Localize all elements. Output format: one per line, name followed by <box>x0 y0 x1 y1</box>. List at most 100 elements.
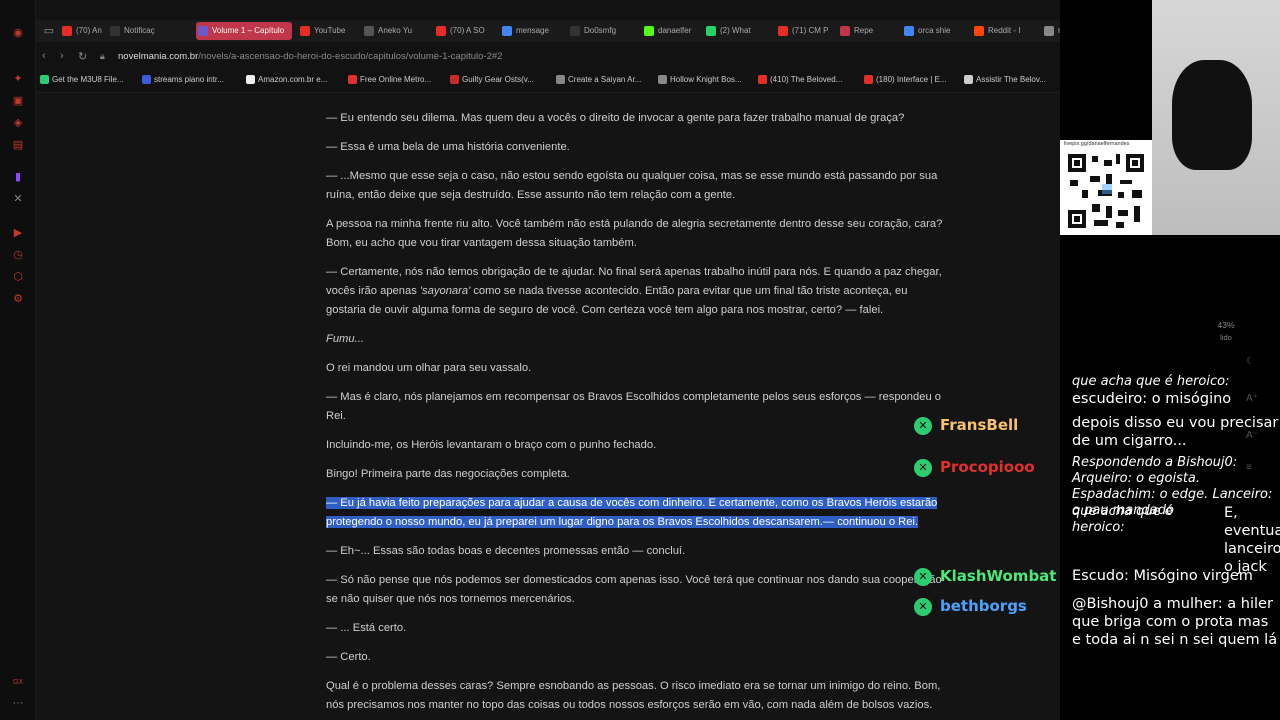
settings-icon[interactable]: ⚙ <box>11 292 25 306</box>
bookmark-3[interactable]: Free Online Metro... <box>348 74 431 86</box>
paragraph: — Eh~... Essas são todas boas e decentes… <box>326 542 946 561</box>
qr-pattern <box>1068 154 1144 228</box>
tab-label: danaelfer <box>658 26 692 35</box>
chat-message: escudeiro: o misógino <box>1072 391 1232 407</box>
aria-icon[interactable]: ✦ <box>11 72 25 86</box>
whatsapp-icon <box>706 26 716 36</box>
paragraph-text: Qual é o problema desses caras? Sempre e… <box>326 680 941 711</box>
bookmark-favicon-icon <box>864 75 873 84</box>
tab-6[interactable]: mensage <box>500 22 560 40</box>
tab-14[interactable]: r <box>1042 22 1060 40</box>
chat-message: E, eventualmente, lanceiro: o jack <box>1224 505 1280 575</box>
url-path: /novels/a-ascensao-do-heroi-do-escudo/ca… <box>198 51 503 62</box>
bookmark-5[interactable]: Create a Saiyan Ar... <box>556 74 641 86</box>
player-icon[interactable]: ▶ <box>11 226 25 240</box>
browser-sidebar: ◉ ✦ ▣ ◈ ▤ ▮ ✕ ▶ ◷ ⬡ ⚙ GX ··· <box>0 0 36 720</box>
bookmark-8[interactable]: (180) Interface | E... <box>864 74 947 86</box>
tab-12[interactable]: orca shie <box>902 22 962 40</box>
url-field[interactable]: novelmania.com.br/novels/a-ascensao-do-h… <box>118 51 502 62</box>
reading-progress: 43% lido <box>1206 320 1246 342</box>
paragraph-text: Bingo! Primeira parte das negociações co… <box>326 468 570 480</box>
tab-8[interactable]: danaelfer <box>642 22 696 40</box>
tab-label: Volume 1 – Capítulo <box>212 26 285 35</box>
forward-icon[interactable]: › <box>60 50 64 62</box>
bookmark-4[interactable]: Guilty Gear Osts(v... <box>450 74 534 86</box>
bookmark-label: (180) Interface | E... <box>876 75 947 84</box>
paragraph: — Certo. <box>326 648 946 667</box>
paragraph-text: — ...Mesmo que esse seja o caso, não est… <box>326 170 938 201</box>
lock-icon[interactable]: 🔒︎ <box>100 51 105 62</box>
kick-icon <box>644 26 654 36</box>
tab-10[interactable]: (71) CM P <box>776 22 830 40</box>
mail-icon[interactable]: ▤ <box>11 138 25 152</box>
bookmark-label: Assistir The Belov... <box>976 75 1046 84</box>
twitch-icon[interactable]: ▮ <box>11 170 25 184</box>
paragraph: — Eu entendo seu dilema. Mas quem deu a … <box>326 109 946 128</box>
tab-9[interactable]: (2) What <box>704 22 766 40</box>
chat-username-text: Procopiooo <box>940 458 1035 476</box>
bookmark-9[interactable]: Assistir The Belov... <box>964 74 1046 86</box>
bookmark-favicon-icon <box>246 75 255 84</box>
chat-username: ✕ FransBell <box>914 416 1018 435</box>
chat-username: ✕ KlashWombat <box>914 567 1056 586</box>
tab-5[interactable]: (70) A SO <box>434 22 492 40</box>
x-icon[interactable]: ✕ <box>11 192 25 206</box>
tab-3[interactable]: YouTube <box>298 22 354 40</box>
bookmark-7[interactable]: (410) The Beloved... <box>758 74 842 86</box>
wikipedia-icon <box>364 26 374 36</box>
tab-13[interactable]: Reddit - I <box>972 22 1036 40</box>
progress-label: lido <box>1220 333 1232 342</box>
bookmark-6[interactable]: Hollow Knight Bos... <box>658 74 742 86</box>
paragraph: — Certamente, nós não temos obrigação de… <box>326 263 946 320</box>
tab-11[interactable]: Repe <box>838 22 894 40</box>
history-icon[interactable]: ◷ <box>11 248 25 262</box>
chat-username-text: bethborgs <box>940 597 1027 615</box>
browser-window: ◉ ✦ ▣ ◈ ▤ ▮ ✕ ▶ ◷ ⬡ ⚙ GX ··· ▭ (70) An E… <box>0 0 1060 720</box>
url-host: novelmania.com.br <box>118 51 199 62</box>
paragraph: A pessoa na minha frente riu alto. Você … <box>326 215 946 253</box>
tab-2[interactable]: Volume 1 – Capítulo <box>196 22 292 40</box>
tab-1[interactable]: Notificaç <box>108 22 188 40</box>
wallet-icon[interactable]: ▣ <box>11 94 25 108</box>
paragraph: — Eu já havia feito preparações para aju… <box>326 494 946 532</box>
chat-message: depois disso eu vou precisar de um cigar… <box>1072 415 1279 449</box>
reload-icon[interactable]: ↻ <box>78 50 87 63</box>
tab-7[interactable]: Do0smfg <box>568 22 632 40</box>
more-icon[interactable]: ··· <box>11 696 25 710</box>
paragraph: Bingo! Primeira parte das negociações co… <box>326 465 946 484</box>
paragraph: — ...Mesmo que esse seja o caso, não est… <box>326 167 946 205</box>
gx-icon[interactable]: GX <box>11 676 25 690</box>
tab-0[interactable]: (70) An E <box>60 22 104 40</box>
bookmark-1[interactable]: streams piano intr... <box>142 74 224 86</box>
bookmark-0[interactable]: Get the M3U8 File... <box>40 74 124 86</box>
extensions-icon[interactable]: ⬡ <box>11 270 25 284</box>
doc-icon <box>1044 26 1054 36</box>
paragraph-text: — Essa é uma bela de uma história conven… <box>326 141 570 153</box>
chat-message: @Bishouj0 a mulher: a hiler que briga co… <box>1072 596 1278 648</box>
x-icon <box>570 26 580 36</box>
messenger-icon[interactable]: ◈ <box>11 116 25 130</box>
bookmark-favicon-icon <box>450 75 459 84</box>
paragraph-text: — Só não pense que nós podemos ser domes… <box>326 574 942 605</box>
tab-bar: ▭ (70) An E Notificaç Volume 1 – Capítulo Y… <box>36 20 1060 42</box>
paragraph-text: A pessoa na minha frente riu alto. Você … <box>326 218 943 249</box>
progress-percent: 43% <box>1217 320 1235 330</box>
reddit-icon <box>974 26 984 36</box>
bookmark-favicon-icon <box>758 75 767 84</box>
record-icon <box>840 26 850 36</box>
opera-logo-icon[interactable]: ◉ <box>11 26 25 40</box>
dark-mode-icon[interactable]: ☾ <box>1246 356 1255 367</box>
chat-username: ✕ Procopiooo <box>914 458 1035 477</box>
paragraph-text: — Eu entendo seu dilema. Mas quem deu a … <box>326 112 905 124</box>
back-icon[interactable]: ‹ <box>42 50 46 62</box>
bookmark-favicon-icon <box>348 75 357 84</box>
paragraph: O rei mandou um olhar para seu vassalo. <box>326 359 946 378</box>
tab-label: (71) CM P <box>792 26 829 35</box>
tab-4[interactable]: Aneko Yu <box>362 22 424 40</box>
tab-label: (2) What <box>720 26 751 35</box>
bookmark-favicon-icon <box>964 75 973 84</box>
tab-overview-icon[interactable]: ▭ <box>42 24 56 38</box>
bookmark-2[interactable]: Amazon.com.br e... <box>246 74 327 86</box>
tab-label: r <box>1058 26 1060 35</box>
paragraph-text: — ... Está certo. <box>326 622 407 634</box>
